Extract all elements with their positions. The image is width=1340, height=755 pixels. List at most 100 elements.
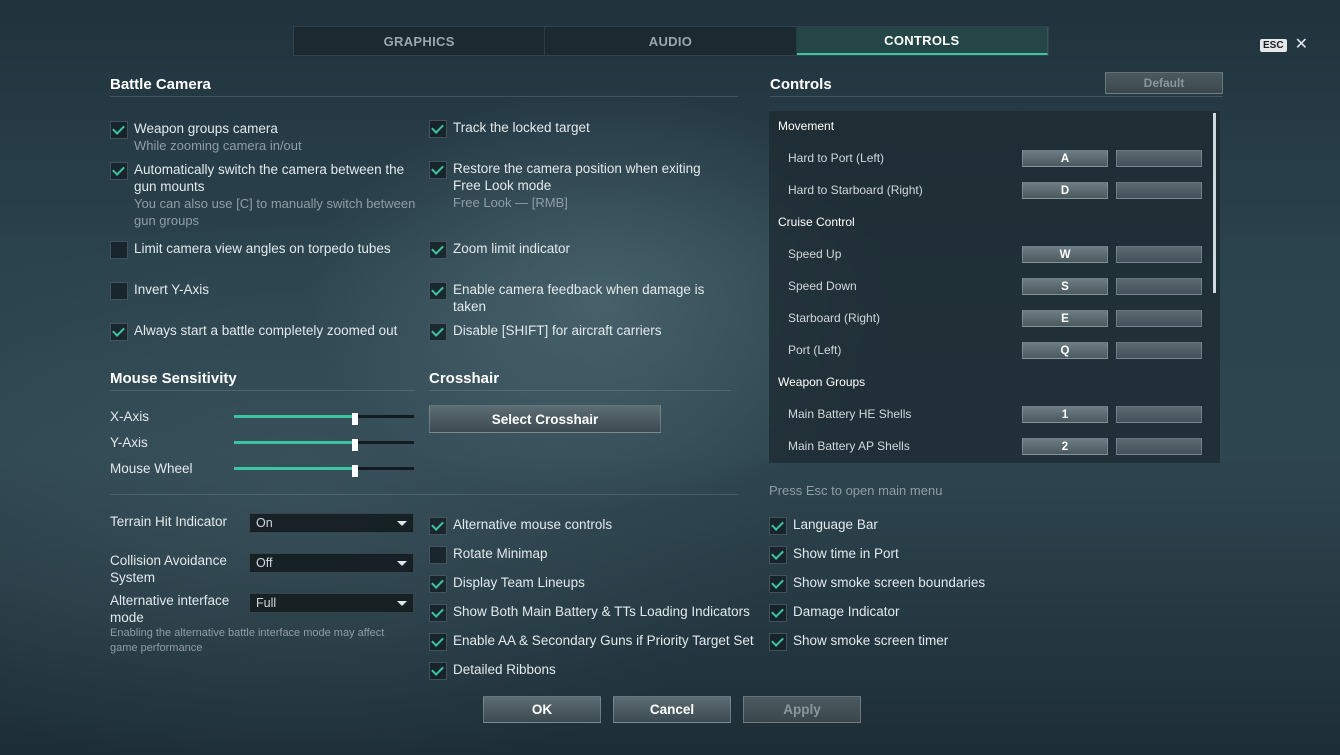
controls-title: Controls (770, 76, 832, 93)
close-control[interactable]: ESC ✕ (1260, 37, 1308, 53)
checkbox[interactable] (429, 161, 447, 179)
checkbox[interactable] (769, 517, 787, 535)
select-crosshair-button[interactable]: Select Crosshair (429, 405, 661, 433)
mouse-sensitivity-title: Mouse Sensitivity (110, 370, 237, 387)
option-restore-camera-position[interactable]: Restore the camera position when exiting… (429, 160, 729, 211)
binding-key-primary[interactable]: A (1022, 150, 1108, 167)
option-rotate-minimap[interactable]: Rotate Minimap (429, 545, 548, 564)
option-label: Show smoke screen boundaries (793, 575, 986, 590)
binding-key-secondary[interactable] (1116, 182, 1202, 199)
slider-label-y-axis: Y-Axis (110, 435, 148, 450)
option-label: Zoom limit indicator (453, 241, 571, 256)
checkbox[interactable] (769, 575, 787, 593)
binding-key-primary[interactable]: D (1022, 182, 1108, 199)
option-smoke-timer[interactable]: Show smoke screen timer (769, 632, 948, 651)
checkbox[interactable] (429, 517, 447, 535)
checkbox[interactable] (429, 633, 447, 651)
binding-action-label: Speed Down (788, 279, 857, 293)
option-disable-shift-carriers[interactable]: Disable [SHIFT] for aircraft carriers (429, 322, 729, 341)
binding-key-secondary[interactable] (1116, 342, 1202, 359)
key-bindings-panel: Movement Hard to Port (Left) A Hard to S… (769, 111, 1220, 463)
option-sublabel: While zooming camera in/out (134, 138, 302, 153)
checkbox[interactable] (110, 282, 128, 300)
tab-graphics[interactable]: GRAPHICS (294, 27, 546, 55)
slider-thumb[interactable] (351, 465, 358, 477)
option-auto-switch-camera[interactable]: Automatically switch the camera between … (110, 161, 420, 229)
option-start-zoomed-out[interactable]: Always start a battle completely zoomed … (110, 322, 420, 341)
checkbox[interactable] (110, 241, 128, 259)
option-team-lineups[interactable]: Display Team Lineups (429, 574, 585, 593)
cancel-button[interactable]: Cancel (613, 696, 731, 723)
chevron-down-icon (397, 520, 407, 526)
esc-menu-hint: Press Esc to open main menu (769, 483, 943, 498)
y-axis-slider[interactable] (234, 439, 414, 451)
slider-thumb[interactable] (351, 413, 358, 425)
binding-key-secondary[interactable] (1116, 310, 1202, 327)
alt-interface-mode-label: Alternative interface mode (110, 593, 230, 625)
option-label: Limit camera view angles on torpedo tube… (134, 241, 391, 256)
binding-action-label: Starboard (Right) (788, 311, 881, 325)
checkbox[interactable] (110, 162, 128, 180)
option-detailed-ribbons[interactable]: Detailed Ribbons (429, 661, 556, 680)
option-track-locked-target[interactable]: Track the locked target (429, 119, 729, 138)
option-language-bar[interactable]: Language Bar (769, 516, 878, 535)
apply-button[interactable]: Apply (743, 696, 861, 723)
binding-action-label: Hard to Port (Left) (788, 151, 885, 165)
default-button[interactable]: Default (1105, 72, 1223, 94)
option-camera-feedback[interactable]: Enable camera feedback when damage is ta… (429, 281, 729, 315)
ok-button[interactable]: OK (483, 696, 601, 723)
checkbox[interactable] (429, 546, 447, 564)
option-smoke-boundaries[interactable]: Show smoke screen boundaries (769, 574, 985, 593)
binding-key-primary[interactable]: W (1022, 246, 1108, 263)
checkbox[interactable] (429, 120, 447, 138)
option-time-in-port[interactable]: Show time in Port (769, 545, 899, 564)
checkbox[interactable] (429, 662, 447, 680)
binding-key-primary[interactable]: Q (1022, 342, 1108, 359)
binding-group-title: Cruise Control (778, 215, 855, 229)
alt-interface-mode-select[interactable]: Full (249, 593, 414, 613)
option-aa-priority-target[interactable]: Enable AA & Secondary Guns if Priority T… (429, 632, 754, 651)
binding-key-secondary[interactable] (1116, 150, 1202, 167)
selected-value: Off (256, 556, 273, 570)
binding-key-secondary[interactable] (1116, 406, 1202, 423)
binding-key-secondary[interactable] (1116, 278, 1202, 295)
option-zoom-limit-indicator[interactable]: Zoom limit indicator (429, 240, 729, 259)
tab-audio[interactable]: AUDIO (545, 27, 797, 55)
binding-key-primary[interactable]: 1 (1022, 406, 1108, 423)
close-icon[interactable]: ✕ (1295, 37, 1308, 53)
binding-action-label: Speed Up (788, 247, 842, 261)
binding-key-secondary[interactable] (1116, 246, 1202, 263)
binding-key-primary[interactable]: 2 (1022, 438, 1108, 455)
tab-controls[interactable]: CONTROLS (796, 27, 1048, 55)
slider-thumb[interactable] (351, 439, 358, 451)
checkbox[interactable] (769, 633, 787, 651)
option-invert-y-axis[interactable]: Invert Y-Axis (110, 281, 420, 300)
option-label: Enable AA & Secondary Guns if Priority T… (453, 633, 754, 648)
checkbox[interactable] (429, 575, 447, 593)
x-axis-slider[interactable] (234, 413, 414, 425)
mouse-wheel-slider[interactable] (234, 465, 414, 477)
checkbox[interactable] (429, 323, 447, 341)
bindings-scrollbar[interactable] (1213, 113, 1216, 293)
option-damage-indicator[interactable]: Damage Indicator (769, 603, 900, 622)
checkbox[interactable] (429, 241, 447, 259)
collision-avoidance-label: Collision Avoidance System (110, 553, 227, 585)
slider-fill (234, 441, 355, 444)
checkbox[interactable] (429, 604, 447, 622)
terrain-hit-indicator-select[interactable]: On (249, 513, 414, 533)
checkbox[interactable] (110, 323, 128, 341)
option-limit-torpedo-angles[interactable]: Limit camera view angles on torpedo tube… (110, 240, 420, 259)
binding-key-primary[interactable]: E (1022, 310, 1108, 327)
option-loading-indicators[interactable]: Show Both Main Battery & TTs Loading Ind… (429, 603, 750, 622)
collision-avoidance-select[interactable]: Off (249, 553, 414, 573)
option-weapon-groups-camera[interactable]: Weapon groups camera While zooming camera… (110, 120, 420, 154)
checkbox[interactable] (769, 604, 787, 622)
checkbox[interactable] (429, 282, 447, 300)
checkbox[interactable] (110, 121, 128, 139)
option-alt-mouse-controls[interactable]: Alternative mouse controls (429, 516, 612, 535)
checkbox[interactable] (769, 546, 787, 564)
option-label: Disable [SHIFT] for aircraft carriers (453, 323, 662, 338)
binding-key-secondary[interactable] (1116, 438, 1202, 455)
option-label: Display Team Lineups (453, 575, 585, 590)
binding-key-primary[interactable]: S (1022, 278, 1108, 295)
